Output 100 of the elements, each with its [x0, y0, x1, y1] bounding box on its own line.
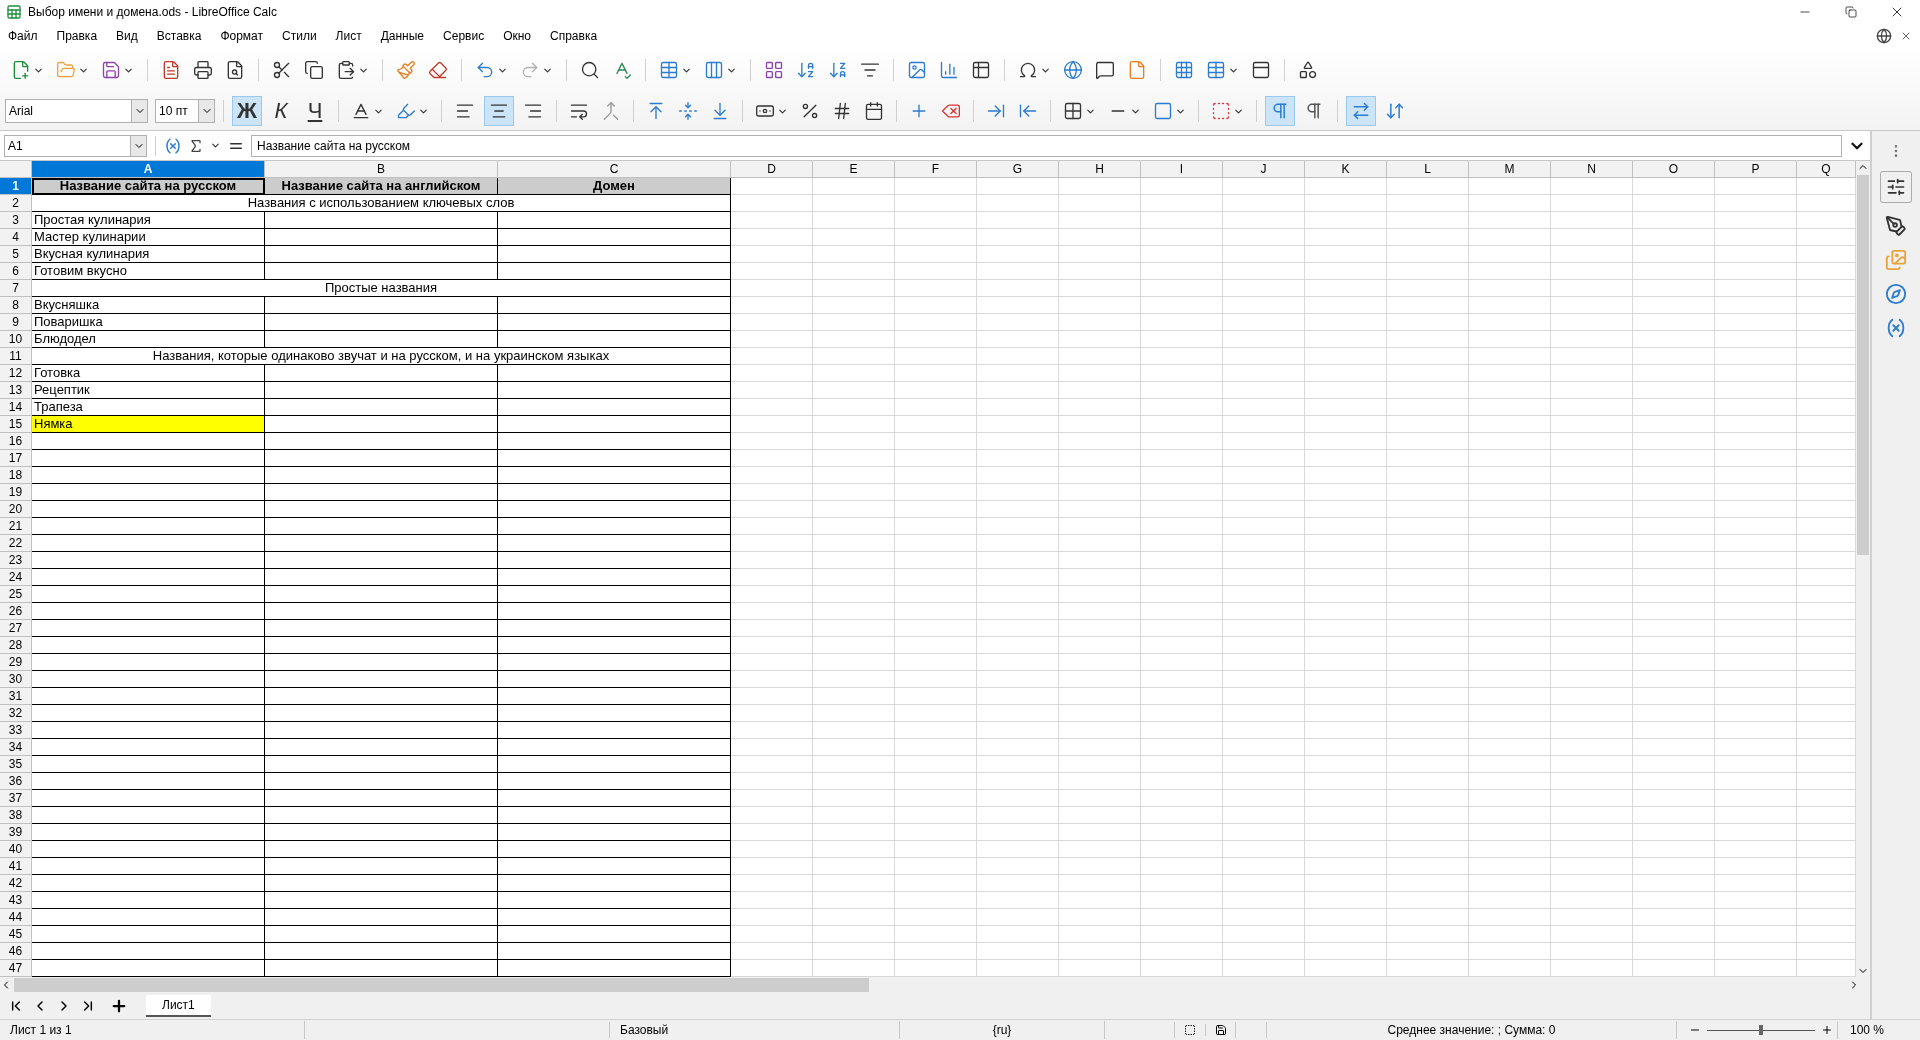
merge-cells-icon[interactable]: [601, 101, 621, 121]
menu-item[interactable]: Сервис: [443, 27, 485, 45]
restore-icon[interactable]: [1845, 6, 1857, 18]
italic-button[interactable]: К: [266, 96, 296, 126]
row-header[interactable]: 24: [0, 569, 32, 586]
row-header[interactable]: 27: [0, 620, 32, 637]
hyperlink-icon[interactable]: [1063, 60, 1083, 80]
export-pdf-icon[interactable]: [161, 60, 181, 80]
column-header[interactable]: H: [1059, 161, 1141, 178]
row-header[interactable]: 29: [0, 654, 32, 671]
row-header[interactable]: 8: [0, 297, 32, 314]
column-header[interactable]: L: [1387, 161, 1469, 178]
highlighting-icon[interactable]: [396, 101, 416, 121]
menu-item[interactable]: Стили: [282, 27, 317, 45]
column-header[interactable]: C: [498, 161, 731, 178]
menu-item[interactable]: Правка: [56, 27, 98, 45]
vertical-scrollbar[interactable]: [1856, 161, 1870, 977]
row-header[interactable]: 20: [0, 501, 32, 518]
row-header[interactable]: 34: [0, 739, 32, 756]
row-header[interactable]: 43: [0, 892, 32, 909]
font-color-icon[interactable]: [351, 101, 371, 121]
column-header[interactable]: Q: [1797, 161, 1856, 178]
row-header[interactable]: 1: [0, 178, 32, 195]
column-header[interactable]: F: [895, 161, 977, 178]
find-replace-icon[interactable]: [580, 60, 600, 80]
save-icon[interactable]: [101, 60, 121, 80]
row-header[interactable]: 15: [0, 416, 32, 433]
row-header[interactable]: 23: [0, 552, 32, 569]
navigator-icon[interactable]: [1885, 283, 1907, 305]
row-header[interactable]: 3: [0, 212, 32, 229]
clear-formatting-icon[interactable]: [428, 60, 448, 80]
print-icon[interactable]: [193, 60, 213, 80]
column-header[interactable]: B: [265, 161, 498, 178]
column-header[interactable]: I: [1141, 161, 1223, 178]
row-header[interactable]: 2: [0, 195, 32, 212]
row-header[interactable]: 33: [0, 722, 32, 739]
menu-item[interactable]: Вставка: [156, 27, 202, 45]
zoom-slider-thumb[interactable]: [1759, 1025, 1763, 1035]
menu-item[interactable]: Формат: [220, 27, 264, 45]
number-format-icon[interactable]: [832, 101, 852, 121]
sort-ascending-icon[interactable]: [796, 60, 816, 80]
row-header[interactable]: 47: [0, 960, 32, 977]
row-header[interactable]: 9: [0, 314, 32, 331]
row-header[interactable]: 39: [0, 824, 32, 841]
row-header[interactable]: 22: [0, 535, 32, 552]
row-header[interactable]: 32: [0, 705, 32, 722]
row-header[interactable]: 25: [0, 586, 32, 603]
clone-formatting-icon[interactable]: [396, 60, 416, 80]
comment-icon[interactable]: [1095, 60, 1115, 80]
sum-icon[interactable]: [188, 137, 204, 154]
special-character-icon[interactable]: [1018, 60, 1038, 80]
shapes-icon[interactable]: [1298, 60, 1318, 80]
row-header[interactable]: 19: [0, 484, 32, 501]
properties-icon[interactable]: [1886, 177, 1906, 197]
date-icon[interactable]: [864, 101, 884, 121]
row-header[interactable]: 4: [0, 229, 32, 246]
row-header[interactable]: 10: [0, 331, 32, 348]
menu-item[interactable]: Вид: [116, 27, 138, 45]
row-header[interactable]: 31: [0, 688, 32, 705]
zoom-slider[interactable]: [1707, 1024, 1815, 1036]
undo-icon[interactable]: [475, 60, 495, 80]
sort-descending-icon[interactable]: [828, 60, 848, 80]
save-status-icon[interactable]: [1214, 1024, 1227, 1036]
row-header[interactable]: 40: [0, 841, 32, 858]
add-sheet-icon[interactable]: [110, 997, 128, 1015]
row-header[interactable]: 18: [0, 467, 32, 484]
font-size-field[interactable]: 10 пт: [155, 99, 215, 123]
row-header[interactable]: 6: [0, 263, 32, 280]
menu-item[interactable]: Данные: [380, 27, 425, 45]
zoom-in-icon[interactable]: [1821, 1024, 1833, 1036]
row-header[interactable]: 30: [0, 671, 32, 688]
image-icon[interactable]: [907, 60, 927, 80]
column-icon[interactable]: [704, 60, 724, 80]
print-preview-icon[interactable]: [225, 60, 245, 80]
row-header[interactable]: 12: [0, 365, 32, 382]
close-document-icon[interactable]: [1900, 30, 1912, 42]
column-header[interactable]: K: [1305, 161, 1387, 178]
row-header[interactable]: 13: [0, 382, 32, 399]
align-center-button[interactable]: [484, 96, 514, 126]
row-header[interactable]: 46: [0, 943, 32, 960]
column-header[interactable]: O: [1633, 161, 1715, 178]
new-spreadsheet-icon[interactable]: [11, 60, 31, 80]
name-box[interactable]: A1: [4, 134, 147, 157]
menu-item[interactable]: Лист: [335, 27, 362, 45]
copy-icon[interactable]: [304, 60, 324, 80]
column-header[interactable]: E: [813, 161, 895, 178]
border-color-icon[interactable]: [1153, 101, 1173, 121]
menu-item[interactable]: Файл: [8, 27, 38, 45]
menu-item[interactable]: Окно: [503, 27, 532, 45]
column-header[interactable]: D: [731, 161, 813, 178]
caret-icon[interactable]: [210, 140, 221, 151]
zoom-level[interactable]: 100 %: [1837, 1021, 1885, 1039]
row-header[interactable]: 21: [0, 518, 32, 535]
text-horizontal-button[interactable]: [1346, 96, 1376, 126]
formula-input-field[interactable]: Название сайта на русском: [251, 134, 1842, 157]
chart-icon[interactable]: [939, 60, 959, 80]
row-header[interactable]: 36: [0, 773, 32, 790]
menu-item[interactable]: Справка: [550, 27, 598, 45]
column-header[interactable]: A: [32, 161, 265, 178]
row-header[interactable]: 26: [0, 603, 32, 620]
